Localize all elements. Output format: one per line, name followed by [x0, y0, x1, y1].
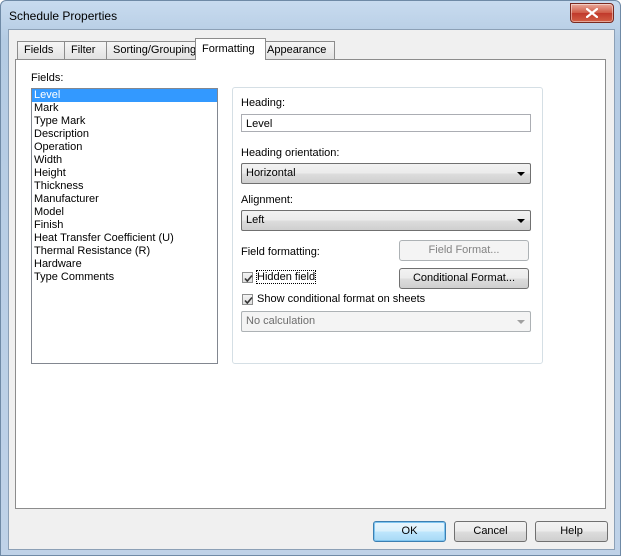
close-button[interactable] [570, 3, 614, 23]
alignment-label: Alignment: [241, 194, 293, 206]
window-title: Schedule Properties [9, 9, 118, 23]
list-item[interactable]: Level [32, 89, 217, 102]
cancel-button[interactable]: Cancel [454, 521, 527, 542]
fields-label: Fields: [31, 72, 64, 84]
list-item[interactable]: Width [32, 154, 217, 167]
field-formatting-group: Heading: Level Heading orientation: Hori… [232, 87, 543, 364]
tab-appearance[interactable]: Appearance [260, 41, 335, 59]
hidden-field-label[interactable]: Hidden field [255, 270, 317, 284]
heading-orientation-label: Heading orientation: [241, 147, 340, 159]
tab-formatting[interactable]: Formatting [195, 38, 266, 60]
checkmark-icon [244, 274, 253, 283]
tab-fields[interactable]: Fields [17, 41, 66, 59]
show-conditional-format-checkbox[interactable] [242, 294, 253, 305]
conditional-format-button[interactable]: Conditional Format... [399, 268, 529, 289]
list-item[interactable]: Heat Transfer Coefficient (U) [32, 232, 217, 245]
formatting-tab-panel: Fields: Level Mark Type Mark Description… [15, 59, 606, 509]
heading-orientation-select[interactable]: Horizontal [241, 163, 531, 184]
calculation-value: No calculation [246, 315, 316, 327]
show-conditional-format-label[interactable]: Show conditional format on sheets [257, 293, 425, 305]
alignment-value: Left [246, 214, 265, 226]
dialog-client-area: Fields Filter Sorting/Grouping Formattin… [8, 29, 615, 550]
alignment-select[interactable]: Left [241, 210, 531, 231]
list-item[interactable]: Finish [32, 219, 217, 232]
checkmark-icon [244, 296, 253, 305]
help-button[interactable]: Help [535, 521, 608, 542]
chevron-down-icon [517, 320, 525, 324]
tab-filter[interactable]: Filter [64, 41, 110, 59]
list-item[interactable]: Description [32, 128, 217, 141]
list-item[interactable]: Mark [32, 102, 217, 115]
schedule-properties-window: Schedule Properties Fields Filter Sortin… [0, 0, 621, 556]
tab-sorting-grouping[interactable]: Sorting/Grouping [106, 41, 207, 59]
fields-list[interactable]: Level Mark Type Mark Description Operati… [31, 88, 218, 364]
list-item[interactable]: Operation [32, 141, 217, 154]
ok-button[interactable]: OK [373, 521, 446, 542]
list-item[interactable]: Hardware [32, 258, 217, 271]
list-item[interactable]: Manufacturer [32, 193, 217, 206]
list-item[interactable]: Thermal Resistance (R) [32, 245, 217, 258]
chevron-down-icon [517, 172, 525, 176]
list-item[interactable]: Type Mark [32, 115, 217, 128]
chevron-down-icon [517, 219, 525, 223]
list-item[interactable]: Type Comments [32, 271, 217, 284]
list-item[interactable]: Model [32, 206, 217, 219]
calculation-select[interactable]: No calculation [241, 311, 531, 332]
close-icon [586, 8, 598, 18]
heading-orientation-value: Horizontal [246, 167, 296, 179]
field-formatting-label: Field formatting: [241, 246, 320, 258]
heading-label: Heading: [241, 97, 286, 109]
heading-input[interactable]: Level [241, 114, 531, 132]
title-bar[interactable]: Schedule Properties [1, 1, 620, 31]
list-item[interactable]: Thickness [32, 180, 217, 193]
list-item[interactable]: Height [32, 167, 217, 180]
field-format-button[interactable]: Field Format... [399, 240, 529, 261]
hidden-field-checkbox[interactable] [242, 272, 253, 283]
